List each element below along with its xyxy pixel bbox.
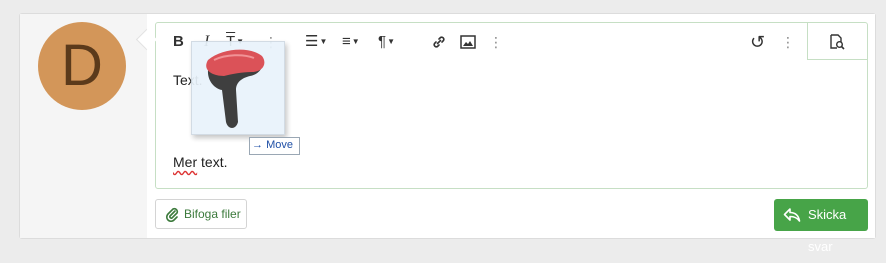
align-button[interactable]: ≡▼ bbox=[342, 32, 360, 52]
attach-files-button[interactable]: Bifoga filer bbox=[155, 199, 247, 229]
arrow-right-icon: → bbox=[252, 139, 263, 151]
send-reply-label: Skicka svar bbox=[808, 207, 847, 254]
chevron-down-icon: ▼ bbox=[319, 37, 328, 47]
misspelled-word: Mer bbox=[173, 154, 198, 170]
chevron-down-icon: ▼ bbox=[387, 37, 395, 47]
toolbar-divider bbox=[807, 59, 867, 60]
image-button[interactable] bbox=[460, 32, 476, 52]
rich-text-editor[interactable]: B I T▼ ⋮ ☰▼ ≡▼ ¶▼ ⋮ bbox=[155, 22, 868, 189]
paragraph-button[interactable]: ¶▼ bbox=[378, 32, 395, 52]
list-button[interactable]: ☰▼ bbox=[305, 32, 327, 52]
list-icon: ☰ bbox=[305, 33, 319, 50]
send-reply-button[interactable]: Skicka svar bbox=[774, 199, 868, 254]
editor-line: Mer text. bbox=[173, 154, 228, 170]
attach-files-label: Bifoga filer bbox=[184, 207, 241, 221]
paperclip-icon bbox=[165, 207, 179, 222]
link-button[interactable] bbox=[431, 32, 447, 52]
brake-lever-image bbox=[206, 49, 265, 128]
more-options-icon[interactable]: ⋮ bbox=[781, 32, 795, 52]
avatar-column: D bbox=[20, 14, 148, 238]
bold-button[interactable]: B bbox=[173, 32, 184, 52]
drag-move-tooltip: → Move bbox=[249, 137, 300, 155]
image-icon bbox=[460, 35, 476, 49]
link-icon bbox=[433, 36, 445, 48]
reply-icon bbox=[783, 208, 801, 222]
dragged-image[interactable] bbox=[191, 41, 285, 135]
avatar[interactable]: D bbox=[38, 22, 126, 110]
chevron-down-icon: ▼ bbox=[351, 37, 360, 47]
toolbar-divider bbox=[807, 23, 808, 59]
preview-icon bbox=[830, 34, 845, 50]
reply-card: D B I T▼ ⋮ ☰▼ ≡▼ ¶▼ bbox=[19, 13, 876, 254]
undo-button[interactable]: ↺ bbox=[750, 32, 765, 52]
undo-icon: ↺ bbox=[750, 32, 766, 52]
paragraph-icon: ¶ bbox=[378, 33, 387, 50]
more-options-icon[interactable]: ⋮ bbox=[489, 32, 503, 52]
reply-area: B I T▼ ⋮ ☰▼ ≡▼ ¶▼ ⋮ bbox=[147, 14, 875, 254]
align-icon: ≡ bbox=[342, 33, 351, 50]
preview-button[interactable] bbox=[828, 32, 846, 52]
move-label: Move bbox=[266, 139, 293, 151]
